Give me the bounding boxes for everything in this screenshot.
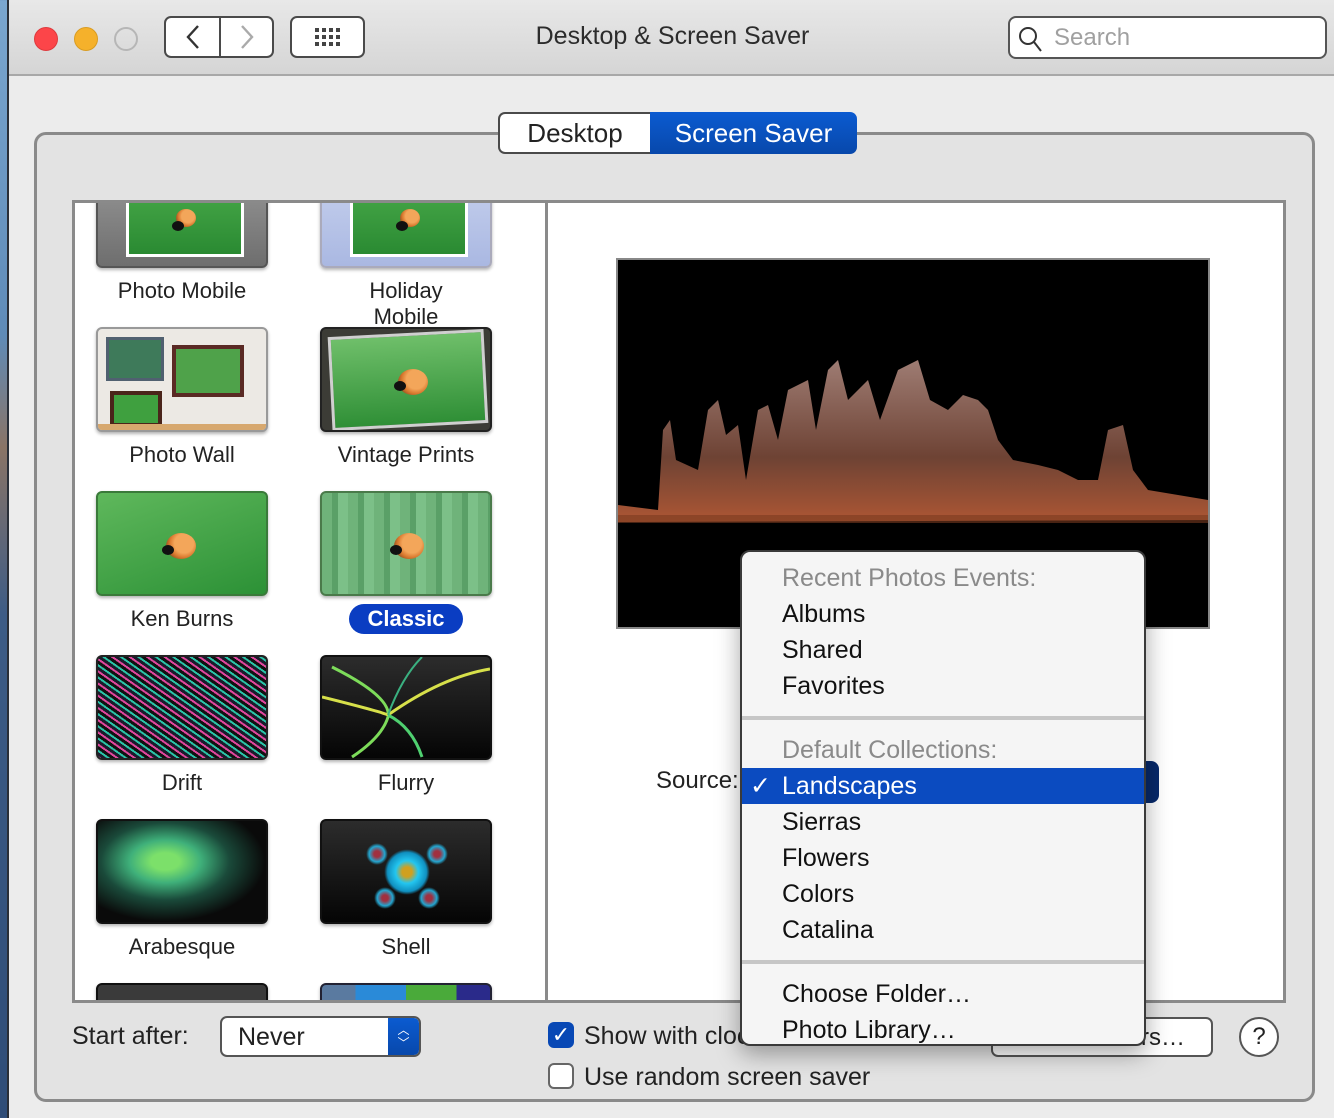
search-icon bbox=[1019, 27, 1042, 52]
thumbnail-vintage-prints bbox=[320, 327, 492, 432]
screensaver-label: Flurry bbox=[377, 770, 435, 795]
screensaver-partial-2[interactable] bbox=[316, 983, 496, 1000]
thumbnail-photo-wall bbox=[96, 327, 268, 432]
menu-section-header: Default Collections: bbox=[782, 736, 998, 764]
start-after-value: Never bbox=[238, 1023, 305, 1051]
menu-item-label: Landscapes bbox=[782, 772, 917, 800]
screensaver-vintage-prints[interactable]: Vintage Prints bbox=[316, 327, 496, 470]
start-after-label: Start after: bbox=[72, 1022, 189, 1050]
thumbnail-flurry bbox=[320, 655, 492, 760]
menu-item-shared[interactable]: Shared bbox=[742, 632, 1144, 668]
menu-item-catalina[interactable]: Catalina bbox=[742, 912, 1144, 948]
source-label: Source: bbox=[656, 767, 739, 794]
menu-separator bbox=[742, 716, 1144, 720]
thumbnail-partial bbox=[96, 983, 268, 1000]
random-screensaver-checkbox[interactable] bbox=[548, 1063, 574, 1089]
screensaver-drift[interactable]: Drift bbox=[92, 655, 272, 798]
menu-item-sierras[interactable]: Sierras bbox=[742, 804, 1144, 840]
random-screensaver-label: Use random screen saver bbox=[584, 1063, 871, 1091]
up-down-chevron-icon: ︿ ﹀ bbox=[388, 1018, 419, 1055]
help-button[interactable]: ? bbox=[1239, 1017, 1279, 1057]
thumbnail-partial bbox=[320, 983, 492, 1000]
screensaver-flurry[interactable]: Flurry bbox=[316, 655, 496, 798]
menu-item-albums[interactable]: Albums bbox=[742, 596, 1144, 632]
screensaver-label: Holiday Mobile bbox=[369, 278, 443, 329]
thumbnail-photo-mobile bbox=[96, 203, 268, 268]
screensaver-arabesque[interactable]: Arabesque bbox=[92, 819, 272, 962]
search-input[interactable] bbox=[1052, 22, 1316, 54]
screensaver-label: Ken Burns bbox=[130, 606, 234, 631]
screensaver-partial-1[interactable] bbox=[92, 983, 272, 1000]
screensaver-label: Photo Wall bbox=[129, 442, 235, 467]
screensaver-photo-wall[interactable]: Photo Wall bbox=[92, 327, 272, 470]
tab-bar: Desktop Screen Saver bbox=[498, 112, 857, 154]
start-after-select[interactable]: Never ︿ ﹀ bbox=[220, 1016, 421, 1057]
screensaver-shell[interactable]: Shell bbox=[316, 819, 496, 962]
screensaver-label: Drift bbox=[161, 770, 203, 795]
thumbnail-holiday-mobile bbox=[320, 203, 492, 268]
thumbnail-shell bbox=[320, 819, 492, 924]
menu-item-favorites[interactable]: Favorites bbox=[742, 668, 1144, 704]
screensaver-holiday-mobile[interactable]: Holiday Mobile bbox=[316, 203, 496, 332]
menu-item-colors[interactable]: Colors bbox=[742, 876, 1144, 912]
menu-separator bbox=[742, 960, 1144, 964]
menu-item-choose-folder[interactable]: Choose Folder… bbox=[742, 976, 1144, 1012]
thumbnail-classic bbox=[320, 491, 492, 596]
tab-screen-saver[interactable]: Screen Saver bbox=[650, 112, 857, 154]
screensaver-list[interactable]: Photo Mobile Holiday Mobile Photo Wall V… bbox=[72, 200, 548, 1003]
screensaver-ken-burns[interactable]: Ken Burns bbox=[92, 491, 272, 634]
menu-item-photo-library[interactable]: Photo Library… bbox=[742, 1012, 1144, 1048]
menu-section-header: Recent Photos Events: bbox=[782, 564, 1037, 592]
screensaver-label: Shell bbox=[381, 934, 431, 959]
screensaver-label: Vintage Prints bbox=[337, 442, 475, 467]
screensaver-photo-mobile[interactable]: Photo Mobile bbox=[92, 203, 272, 306]
tab-desktop[interactable]: Desktop bbox=[498, 112, 650, 154]
show-with-clock-label: Show with clock bbox=[584, 1022, 762, 1050]
screensaver-label: Arabesque bbox=[128, 934, 236, 959]
source-dropdown-menu: Recent Photos Events: Albums Shared Favo… bbox=[740, 550, 1146, 1046]
menu-item-flowers[interactable]: Flowers bbox=[742, 840, 1144, 876]
search-field[interactable] bbox=[1008, 16, 1327, 59]
thumbnail-arabesque bbox=[96, 819, 268, 924]
title-bar: Desktop & Screen Saver bbox=[9, 0, 1334, 76]
screensaver-classic[interactable]: Classic bbox=[316, 491, 496, 634]
screensaver-label-selected: Classic bbox=[349, 604, 463, 634]
thumbnail-ken-burns bbox=[96, 491, 268, 596]
thumbnail-drift bbox=[96, 655, 268, 760]
show-with-clock-checkbox[interactable]: ✓ bbox=[548, 1022, 574, 1048]
screensaver-label: Photo Mobile bbox=[117, 278, 247, 303]
menu-item-landscapes[interactable]: ✓ Landscapes bbox=[742, 768, 1144, 804]
checkmark-icon: ✓ bbox=[750, 772, 771, 800]
